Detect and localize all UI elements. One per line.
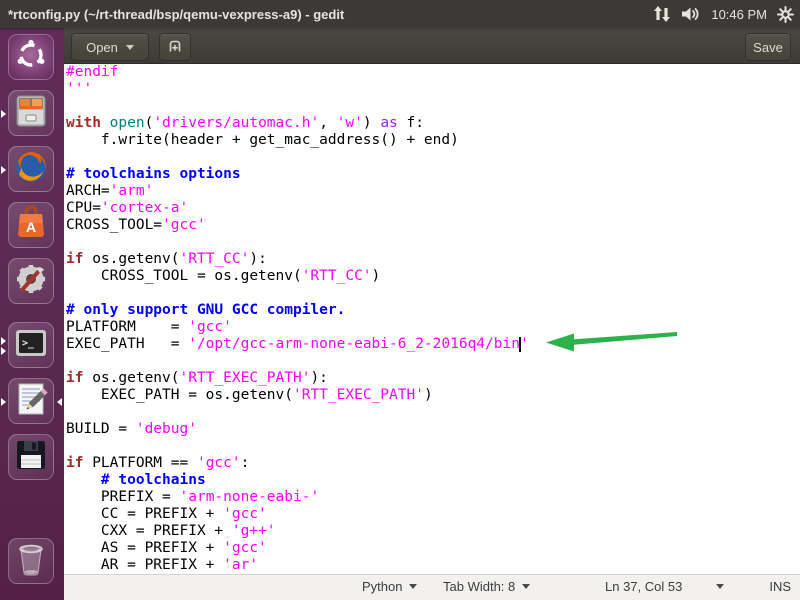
chevron-down-icon <box>409 584 417 589</box>
launcher-item-software-center[interactable]: A <box>8 202 54 248</box>
code-line <box>66 285 800 302</box>
code-line: CC = PREFIX + 'gcc' <box>66 506 800 523</box>
language-label: Python <box>362 579 402 594</box>
code-line: if os.getenv('RTT_EXEC_PATH'): <box>66 370 800 387</box>
code-line: EXEC_PATH = '/opt/gcc-arm-none-eabi-6_2-… <box>66 336 800 353</box>
top-panel: *rtconfig.py (~/rt-thread/bsp/qemu-vexpr… <box>0 0 800 28</box>
clock[interactable]: 10:46 PM <box>711 7 767 22</box>
code-line <box>66 234 800 251</box>
code-line: ''' <box>66 81 800 98</box>
tab-width-label: Tab Width: 8 <box>443 579 515 594</box>
code-line <box>66 353 800 370</box>
launcher-item-system-settings[interactable] <box>8 258 54 304</box>
firefox-icon <box>13 149 49 190</box>
window-title: *rtconfig.py (~/rt-thread/bsp/qemu-vexpr… <box>8 7 344 22</box>
ubuntu-logo-icon <box>14 38 48 77</box>
gedit-toolbar: Open Save <box>64 28 800 64</box>
code-line: AR = PREFIX + 'ar' <box>66 557 800 574</box>
text-editor-icon <box>13 381 49 422</box>
language-dropdown[interactable]: Python <box>362 579 417 594</box>
code-line: #endif <box>66 64 800 81</box>
terminal-icon: >_ <box>13 325 49 366</box>
launcher-item-dash-home[interactable] <box>8 34 54 80</box>
launcher-item-trash[interactable] <box>8 538 54 584</box>
code-line <box>66 149 800 166</box>
code-line: AS = PREFIX + 'gcc' <box>66 540 800 557</box>
cursor-position-label: Ln 37, Col 53 <box>605 579 682 594</box>
code-area[interactable]: #endif''' with open('drivers/automac.h',… <box>64 64 800 574</box>
shopping-bag-icon: A <box>13 205 49 246</box>
save-button-label: Save <box>753 40 783 55</box>
code-line: CXX = PREFIX + 'g++' <box>66 523 800 540</box>
tab-width-dropdown[interactable]: Tab Width: 8 <box>443 579 530 594</box>
running-pip <box>1 398 6 406</box>
cursor-position: Ln 37, Col 53 <box>605 579 682 594</box>
launcher-item-files[interactable] <box>8 90 54 136</box>
open-button[interactable]: Open <box>71 33 149 61</box>
svg-text:A: A <box>26 219 36 235</box>
code-line: PREFIX = 'arm-none-eabi-' <box>66 489 800 506</box>
insert-mode-indicator: INS <box>769 579 791 594</box>
focused-app-arrow <box>57 398 62 406</box>
code-line: f.write(header + get_mac_address() + end… <box>66 132 800 149</box>
new-document-button[interactable] <box>159 33 191 61</box>
running-pip <box>1 166 6 174</box>
unity-launcher: A >_ <box>0 28 64 600</box>
insert-mode-label: INS <box>769 579 791 594</box>
code-line <box>66 404 800 421</box>
launcher-item-floppy-archive[interactable] <box>8 434 54 480</box>
code-line: BUILD = 'debug' <box>66 421 800 438</box>
goto-line-dropdown[interactable] <box>716 584 724 589</box>
gear-wrench-icon <box>13 261 49 302</box>
running-pip <box>1 337 6 345</box>
file-cabinet-icon <box>13 93 49 134</box>
trash-icon <box>13 541 49 582</box>
svg-text:>_: >_ <box>22 338 35 349</box>
code-line: EXEC_PATH = os.getenv('RTT_EXEC_PATH') <box>66 387 800 404</box>
new-document-icon <box>167 38 183 57</box>
session-gear-icon[interactable] <box>777 6 794 23</box>
running-pip <box>1 110 6 118</box>
launcher-item-terminal[interactable]: >_ <box>8 322 54 368</box>
code-line: # toolchains <box>66 472 800 489</box>
status-bar: Python Tab Width: 8 Ln 37, Col 53 INS <box>64 574 800 600</box>
chevron-down-icon <box>716 584 724 589</box>
open-button-label: Open <box>86 40 118 55</box>
code-line: # toolchains options <box>66 166 800 183</box>
chevron-down-icon <box>126 45 134 50</box>
code-line: with open('drivers/automac.h', 'w') as f… <box>66 115 800 132</box>
network-arrows-icon[interactable] <box>653 6 671 22</box>
code-line: CPU='cortex-a' <box>66 200 800 217</box>
code-line: CROSS_TOOL = os.getenv('RTT_CC') <box>66 268 800 285</box>
code-line: CROSS_TOOL='gcc' <box>66 217 800 234</box>
launcher-item-firefox[interactable] <box>8 146 54 192</box>
code-line <box>66 98 800 115</box>
code-line: # only support GNU GCC compiler. <box>66 302 800 319</box>
floppy-disk-icon <box>13 437 49 478</box>
launcher-item-gedit[interactable] <box>8 378 54 424</box>
code-line: PLATFORM = 'gcc' <box>66 319 800 336</box>
volume-icon[interactable] <box>681 6 701 22</box>
running-pip <box>1 347 6 355</box>
code-line: if os.getenv('RTT_CC'): <box>66 251 800 268</box>
code-line: ARCH='arm' <box>66 183 800 200</box>
chevron-down-icon <box>522 584 530 589</box>
save-button[interactable]: Save <box>745 33 791 61</box>
code-line <box>66 438 800 455</box>
code-line: if PLATFORM == 'gcc': <box>66 455 800 472</box>
gedit-window: Open Save #endif''' with open('drivers/a… <box>64 28 800 600</box>
